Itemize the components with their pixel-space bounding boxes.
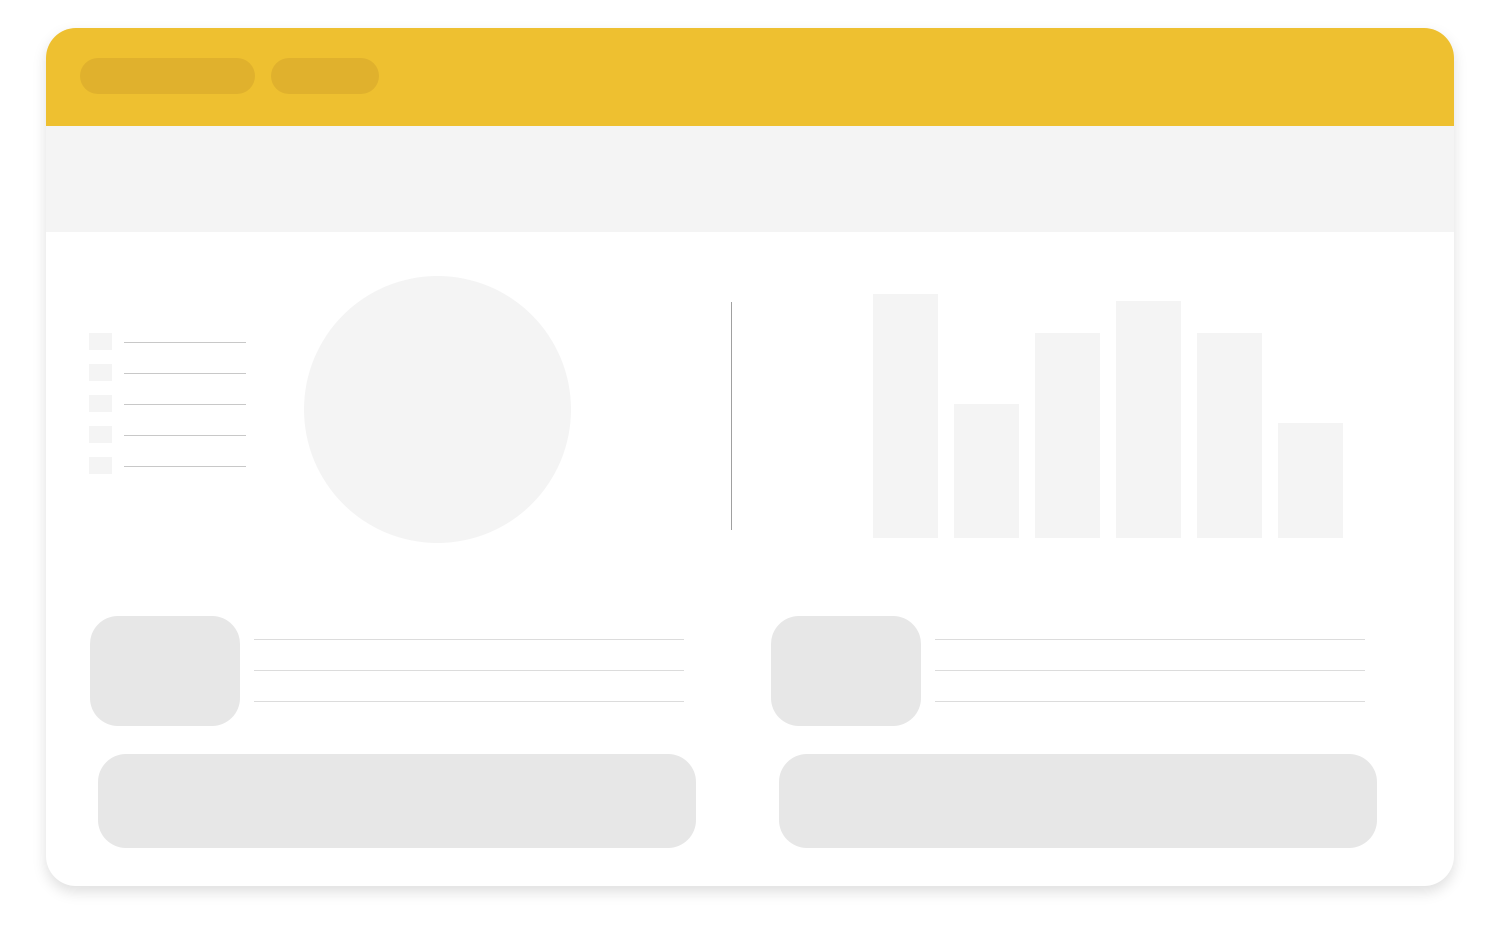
header-bar (46, 28, 1454, 126)
action-button-left[interactable] (98, 754, 696, 848)
pie-chart-placeholder (304, 276, 571, 543)
chart-divider (731, 302, 732, 530)
legend-swatch (89, 333, 112, 350)
bar-6 (1278, 423, 1343, 538)
legend-item (89, 425, 249, 456)
app-window (46, 28, 1454, 886)
legend-swatch (89, 395, 112, 412)
legend-label (124, 342, 246, 343)
bar-chart (873, 294, 1343, 538)
legend-swatch (89, 457, 112, 474)
bar-5 (1197, 333, 1262, 538)
pie-legend (89, 332, 249, 487)
action-button-right[interactable] (779, 754, 1377, 848)
legend-item (89, 363, 249, 394)
card-text-line (254, 670, 684, 671)
card-thumbnail-left (90, 616, 240, 726)
card-text-line (935, 639, 1365, 640)
card-text-line (254, 639, 684, 640)
legend-swatch (89, 364, 112, 381)
card-text-line (254, 701, 684, 702)
legend-label (124, 466, 246, 467)
legend-item (89, 456, 249, 487)
card-text-line (935, 701, 1365, 702)
legend-label (124, 435, 246, 436)
legend-item (89, 332, 249, 363)
subheader-bar (46, 126, 1454, 232)
card-thumbnail-right (771, 616, 921, 726)
header-tab-1[interactable] (80, 58, 255, 94)
bar-3 (1035, 333, 1100, 538)
bar-2 (954, 404, 1019, 538)
bar-1 (873, 294, 938, 538)
legend-item (89, 394, 249, 425)
card-text-line (935, 670, 1365, 671)
legend-label (124, 373, 246, 374)
legend-label (124, 404, 246, 405)
bar-4 (1116, 301, 1181, 538)
legend-swatch (89, 426, 112, 443)
header-tab-2[interactable] (271, 58, 379, 94)
